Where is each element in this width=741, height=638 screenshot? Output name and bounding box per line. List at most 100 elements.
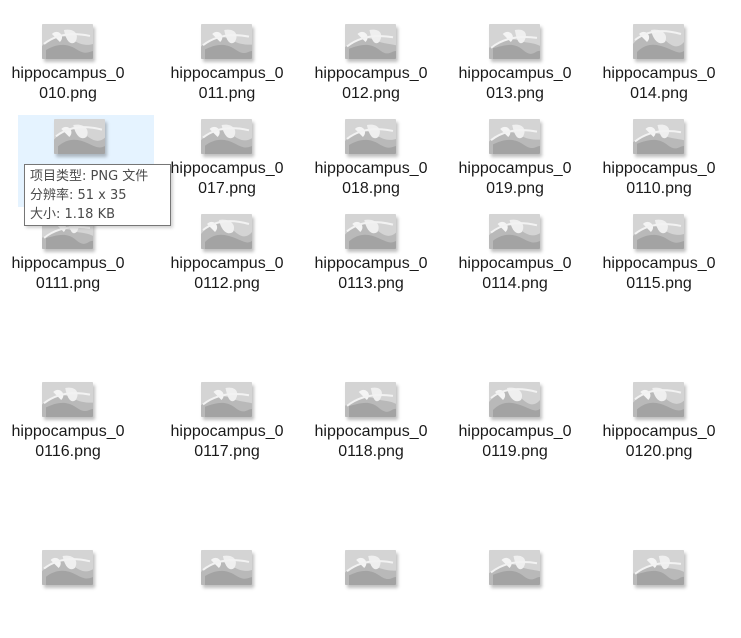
png-thumbnail-icon (489, 24, 540, 59)
file-item[interactable]: hippocampus_0 0115.png (591, 210, 727, 302)
file-name-line2: 010.png (39, 85, 97, 102)
png-thumbnail-icon (201, 24, 252, 59)
file-name-line1: hippocampus_0 (458, 160, 572, 177)
file-item[interactable]: hippocampus_0 018.png (303, 115, 439, 207)
png-thumbnail-icon (345, 24, 396, 59)
file-name-line2: 017.png (198, 180, 256, 197)
file-name: hippocampus_0 018.png (303, 159, 439, 199)
file-name: hippocampus_0 0114.png (447, 254, 583, 294)
file-name-line2: 018.png (342, 180, 400, 197)
file-name-line1: hippocampus_0 (170, 65, 284, 82)
file-item[interactable]: hippocampus_0 0119.png (447, 378, 583, 470)
file-name: hippocampus_0 011.png (159, 64, 295, 104)
file-name: hippocampus_0 0117.png (159, 422, 295, 462)
file-item[interactable]: hippocampus_0 0112.png (159, 210, 295, 302)
file-name: hippocampus_0 0119.png (447, 422, 583, 462)
png-thumbnail-icon (633, 550, 684, 585)
png-thumbnail-icon (345, 119, 396, 154)
file-name: hippocampus_0 0113.png (303, 254, 439, 294)
file-name: hippocampus_0 0115.png (591, 254, 727, 294)
file-name-line2: 0116.png (35, 443, 101, 460)
file-name: hippocampus_0 0116.png (0, 422, 136, 462)
file-name-line1: hippocampus_0 (458, 255, 572, 272)
file-name: hippocampus_0 012.png (303, 64, 439, 104)
file-name-line2: 0119.png (482, 443, 548, 460)
file-item[interactable]: hippocampus_0 0120.png (591, 378, 727, 470)
png-thumbnail-icon (633, 214, 684, 249)
file-name-line2: 0111.png (35, 275, 101, 292)
file-name-line2: 012.png (342, 85, 400, 102)
png-thumbnail-icon (633, 119, 684, 154)
file-item[interactable]: hippocampus_0 0110.png (591, 115, 727, 207)
file-item[interactable]: hippocampus_0 012.png (303, 20, 439, 112)
file-item[interactable]: hippocampus_0 011.png (159, 20, 295, 112)
file-name-line2: 0112.png (194, 275, 260, 292)
file-name: hippocampus_0 019.png (447, 159, 583, 199)
file-item[interactable]: hippocampus_0 013.png (447, 20, 583, 112)
file-name-line1: hippocampus_0 (602, 160, 716, 177)
file-item[interactable] (0, 546, 136, 638)
file-name-line1: hippocampus_0 (170, 255, 284, 272)
file-name-line1: hippocampus_0 (602, 423, 716, 440)
file-name-line2: 0120.png (625, 443, 693, 460)
file-name-line2: 0115.png (626, 275, 692, 292)
file-item[interactable] (303, 546, 439, 638)
png-thumbnail-icon (201, 214, 252, 249)
png-thumbnail-icon (489, 382, 540, 417)
file-name-line2: 013.png (486, 85, 544, 102)
file-item[interactable]: hippocampus_0 0116.png (0, 378, 136, 470)
png-thumbnail-icon (345, 214, 396, 249)
file-name: hippocampus_0 0112.png (159, 254, 295, 294)
png-thumbnail-icon (201, 382, 252, 417)
file-name-line2: 0110.png (626, 180, 692, 197)
file-name: hippocampus_0 0120.png (591, 422, 727, 462)
file-name: hippocampus_0 014.png (591, 64, 727, 104)
tooltip-type: 项目类型: PNG 文件 (30, 169, 149, 184)
file-item[interactable] (159, 546, 295, 638)
file-name: hippocampus_0 0118.png (303, 422, 439, 462)
file-name-line2: 014.png (630, 85, 688, 102)
file-name: hippocampus_0 0111.png (0, 254, 136, 294)
file-name-line1: hippocampus_0 (458, 65, 572, 82)
png-thumbnail-icon (42, 550, 93, 585)
file-name-line2: 0114.png (482, 275, 548, 292)
png-thumbnail-icon (489, 214, 540, 249)
file-name: hippocampus_0 013.png (447, 64, 583, 104)
file-name-line1: hippocampus_0 (314, 255, 428, 272)
file-item[interactable]: hippocampus_0 0117.png (159, 378, 295, 470)
file-item[interactable]: hippocampus_0 0114.png (447, 210, 583, 302)
file-item[interactable]: hippocampus_0 019.png (447, 115, 583, 207)
tooltip-resolution: 分辨率: 51 x 35 (30, 188, 127, 203)
file-name-line1: hippocampus_0 (170, 423, 284, 440)
file-item[interactable] (591, 546, 727, 638)
file-tooltip: 项目类型: PNG 文件 分辨率: 51 x 35 大小: 1.18 KB (24, 164, 171, 226)
png-thumbnail-icon (633, 382, 684, 417)
file-item[interactable]: hippocampus_0 017.png (159, 115, 295, 207)
png-thumbnail-icon (201, 550, 252, 585)
file-name-line2: 0117.png (194, 443, 260, 460)
file-item[interactable]: hippocampus_0 014.png (591, 20, 727, 112)
tooltip-size: 大小: 1.18 KB (30, 207, 116, 222)
file-name-line1: hippocampus_0 (458, 423, 572, 440)
file-name: hippocampus_0 017.png (159, 159, 295, 199)
png-thumbnail-icon (489, 119, 540, 154)
file-name-line2: 011.png (198, 85, 256, 102)
file-item[interactable]: hippocampus_0 010.png (0, 20, 136, 112)
png-thumbnail-icon (633, 24, 684, 59)
file-name-line2: 0118.png (338, 443, 404, 460)
file-item[interactable]: hippocampus_0 0113.png (303, 210, 439, 302)
file-name: hippocampus_0 0110.png (591, 159, 727, 199)
file-item[interactable]: hippocampus_0 0118.png (303, 378, 439, 470)
file-name-line1: hippocampus_0 (602, 65, 716, 82)
png-thumbnail-icon (345, 382, 396, 417)
file-grid: hippocampus_0 010.png hippocampus_0 011.png… (0, 0, 741, 599)
file-item[interactable] (447, 546, 583, 638)
file-name: hippocampus_0 010.png (0, 64, 136, 104)
file-name-line1: hippocampus_0 (170, 160, 284, 177)
file-name-line1: hippocampus_0 (314, 160, 428, 177)
file-name-line1: hippocampus_0 (314, 65, 428, 82)
file-name-line1: hippocampus_0 (11, 65, 125, 82)
png-thumbnail-icon (42, 382, 93, 417)
file-name-line1: hippocampus_0 (11, 255, 125, 272)
png-thumbnail-icon (201, 119, 252, 154)
